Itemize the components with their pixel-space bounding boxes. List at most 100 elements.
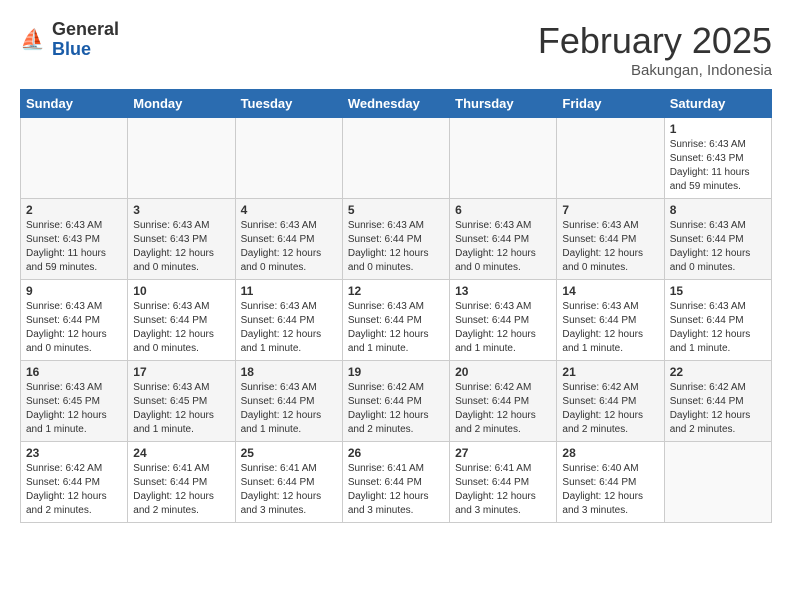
calendar-week-row: 9Sunrise: 6:43 AMSunset: 6:44 PMDaylight… xyxy=(21,280,772,361)
day-info: Sunrise: 6:43 AMSunset: 6:45 PMDaylight:… xyxy=(26,381,122,437)
day-info: Sunrise: 6:43 AMSunset: 6:44 PMDaylight:… xyxy=(455,300,551,356)
day-number: 13 xyxy=(455,284,551,298)
day-number: 25 xyxy=(241,446,337,460)
calendar-day-cell: 13 Sunrise: 6:43 AMSunset: 6:44 PMDayligh… xyxy=(450,280,557,361)
calendar-empty-cell xyxy=(128,118,235,199)
day-number: 27 xyxy=(455,446,551,460)
month-title: February 2025 xyxy=(538,20,772,62)
logo-general-text: General xyxy=(52,20,119,40)
day-info: Sunrise: 6:41 AMSunset: 6:44 PMDaylight:… xyxy=(348,462,444,518)
calendar-day-cell: 28 Sunrise: 6:40 AMSunset: 6:44 PMDayligh… xyxy=(557,442,664,523)
calendar-week-row: 1Sunrise: 6:43 AMSunset: 6:43 PMDaylight… xyxy=(21,118,772,199)
day-info: Sunrise: 6:41 AMSunset: 6:44 PMDaylight:… xyxy=(455,462,551,518)
day-info: Sunrise: 6:40 AMSunset: 6:44 PMDaylight:… xyxy=(562,462,658,518)
day-number: 23 xyxy=(26,446,122,460)
calendar-day-cell: 25 Sunrise: 6:41 AMSunset: 6:44 PMDayligh… xyxy=(235,442,342,523)
day-info: Sunrise: 6:43 AMSunset: 6:44 PMDaylight:… xyxy=(133,300,229,356)
day-info: Sunrise: 6:42 AMSunset: 6:44 PMDaylight:… xyxy=(562,381,658,437)
day-info: Sunrise: 6:41 AMSunset: 6:44 PMDaylight:… xyxy=(241,462,337,518)
logo-blue-text: Blue xyxy=(52,40,119,60)
day-number: 20 xyxy=(455,365,551,379)
day-info: Sunrise: 6:42 AMSunset: 6:44 PMDaylight:… xyxy=(26,462,122,518)
calendar-day-cell: 6 Sunrise: 6:43 AMSunset: 6:44 PMDaylight… xyxy=(450,199,557,280)
day-of-week-header: Tuesday xyxy=(235,90,342,118)
calendar-day-cell: 16 Sunrise: 6:43 AMSunset: 6:45 PMDayligh… xyxy=(21,361,128,442)
day-info: Sunrise: 6:43 AMSunset: 6:45 PMDaylight:… xyxy=(133,381,229,437)
day-number: 18 xyxy=(241,365,337,379)
day-info: Sunrise: 6:42 AMSunset: 6:44 PMDaylight:… xyxy=(670,381,766,437)
day-info: Sunrise: 6:43 AMSunset: 6:43 PMDaylight:… xyxy=(26,219,122,275)
day-number: 2 xyxy=(26,203,122,217)
calendar-empty-cell xyxy=(21,118,128,199)
day-of-week-header: Sunday xyxy=(21,90,128,118)
day-info: Sunrise: 6:43 AMSunset: 6:43 PMDaylight:… xyxy=(133,219,229,275)
calendar-empty-cell xyxy=(557,118,664,199)
day-of-week-header: Friday xyxy=(557,90,664,118)
page-header: ⛵ General Blue February 2025 Bakungan, I… xyxy=(20,20,772,79)
calendar-day-cell: 14 Sunrise: 6:43 AMSunset: 6:44 PMDayligh… xyxy=(557,280,664,361)
location-label: Bakungan, Indonesia xyxy=(538,62,772,79)
day-number: 14 xyxy=(562,284,658,298)
day-info: Sunrise: 6:43 AMSunset: 6:44 PMDaylight:… xyxy=(562,300,658,356)
day-number: 4 xyxy=(241,203,337,217)
day-info: Sunrise: 6:43 AMSunset: 6:44 PMDaylight:… xyxy=(670,219,766,275)
day-info: Sunrise: 6:43 AMSunset: 6:44 PMDaylight:… xyxy=(348,219,444,275)
calendar-day-cell: 10 Sunrise: 6:43 AMSunset: 6:44 PMDayligh… xyxy=(128,280,235,361)
calendar-day-cell: 12 Sunrise: 6:43 AMSunset: 6:44 PMDayligh… xyxy=(342,280,449,361)
day-number: 10 xyxy=(133,284,229,298)
calendar-day-cell: 15 Sunrise: 6:43 AMSunset: 6:44 PMDayligh… xyxy=(664,280,771,361)
day-info: Sunrise: 6:43 AMSunset: 6:44 PMDaylight:… xyxy=(241,219,337,275)
day-number: 19 xyxy=(348,365,444,379)
day-info: Sunrise: 6:43 AMSunset: 6:44 PMDaylight:… xyxy=(455,219,551,275)
calendar-day-cell: 2 Sunrise: 6:43 AMSunset: 6:43 PMDaylight… xyxy=(21,199,128,280)
calendar-day-cell: 17 Sunrise: 6:43 AMSunset: 6:45 PMDayligh… xyxy=(128,361,235,442)
title-block: February 2025 Bakungan, Indonesia xyxy=(538,20,772,79)
calendar-day-cell: 18 Sunrise: 6:43 AMSunset: 6:44 PMDayligh… xyxy=(235,361,342,442)
calendar-week-row: 16 Sunrise: 6:43 AMSunset: 6:45 PMDayligh… xyxy=(21,361,772,442)
day-info: Sunrise: 6:43 AMSunset: 6:44 PMDaylight:… xyxy=(241,300,337,356)
day-info: Sunrise: 6:43 AMSunset: 6:44 PMDaylight:… xyxy=(241,381,337,437)
calendar-day-cell: 19Sunrise: 6:42 AMSunset: 6:44 PMDayligh… xyxy=(342,361,449,442)
logo: ⛵ General Blue xyxy=(20,20,119,60)
day-number: 17 xyxy=(133,365,229,379)
day-info: Sunrise: 6:43 AMSunset: 6:44 PMDaylight:… xyxy=(348,300,444,356)
calendar-empty-cell xyxy=(342,118,449,199)
calendar-table: SundayMondayTuesdayWednesdayThursdayFrid… xyxy=(20,89,772,523)
calendar-day-cell: 23 Sunrise: 6:42 AMSunset: 6:44 PMDayligh… xyxy=(21,442,128,523)
day-number: 1 xyxy=(670,122,766,136)
day-of-week-header: Saturday xyxy=(664,90,771,118)
calendar-day-cell: 7Sunrise: 6:43 AMSunset: 6:44 PMDaylight… xyxy=(557,199,664,280)
day-number: 8 xyxy=(670,203,766,217)
day-number: 26 xyxy=(348,446,444,460)
calendar-empty-cell xyxy=(664,442,771,523)
day-info: Sunrise: 6:41 AMSunset: 6:44 PMDaylight:… xyxy=(133,462,229,518)
day-number: 22 xyxy=(670,365,766,379)
calendar-day-cell: 3Sunrise: 6:43 AMSunset: 6:43 PMDaylight… xyxy=(128,199,235,280)
day-number: 21 xyxy=(562,365,658,379)
day-number: 7 xyxy=(562,203,658,217)
day-of-week-header: Thursday xyxy=(450,90,557,118)
day-number: 12 xyxy=(348,284,444,298)
day-number: 28 xyxy=(562,446,658,460)
calendar-day-cell: 21 Sunrise: 6:42 AMSunset: 6:44 PMDayligh… xyxy=(557,361,664,442)
calendar-day-cell: 4 Sunrise: 6:43 AMSunset: 6:44 PMDaylight… xyxy=(235,199,342,280)
calendar-day-cell: 8 Sunrise: 6:43 AMSunset: 6:44 PMDaylight… xyxy=(664,199,771,280)
calendar-day-cell: 24Sunrise: 6:41 AMSunset: 6:44 PMDayligh… xyxy=(128,442,235,523)
calendar-header-row: SundayMondayTuesdayWednesdayThursdayFrid… xyxy=(21,90,772,118)
logo-icon: ⛵ xyxy=(20,26,48,54)
day-info: Sunrise: 6:42 AMSunset: 6:44 PMDaylight:… xyxy=(455,381,551,437)
calendar-empty-cell xyxy=(450,118,557,199)
day-info: Sunrise: 6:43 AMSunset: 6:44 PMDaylight:… xyxy=(670,300,766,356)
calendar-day-cell: 9Sunrise: 6:43 AMSunset: 6:44 PMDaylight… xyxy=(21,280,128,361)
day-of-week-header: Monday xyxy=(128,90,235,118)
calendar-day-cell: 11 Sunrise: 6:43 AMSunset: 6:44 PMDayligh… xyxy=(235,280,342,361)
day-number: 6 xyxy=(455,203,551,217)
calendar-day-cell: 26 Sunrise: 6:41 AMSunset: 6:44 PMDayligh… xyxy=(342,442,449,523)
calendar-day-cell: 1Sunrise: 6:43 AMSunset: 6:43 PMDaylight… xyxy=(664,118,771,199)
day-number: 16 xyxy=(26,365,122,379)
day-number: 11 xyxy=(241,284,337,298)
calendar-day-cell: 27 Sunrise: 6:41 AMSunset: 6:44 PMDayligh… xyxy=(450,442,557,523)
svg-text:⛵: ⛵ xyxy=(20,27,45,51)
calendar-empty-cell xyxy=(235,118,342,199)
day-number: 15 xyxy=(670,284,766,298)
